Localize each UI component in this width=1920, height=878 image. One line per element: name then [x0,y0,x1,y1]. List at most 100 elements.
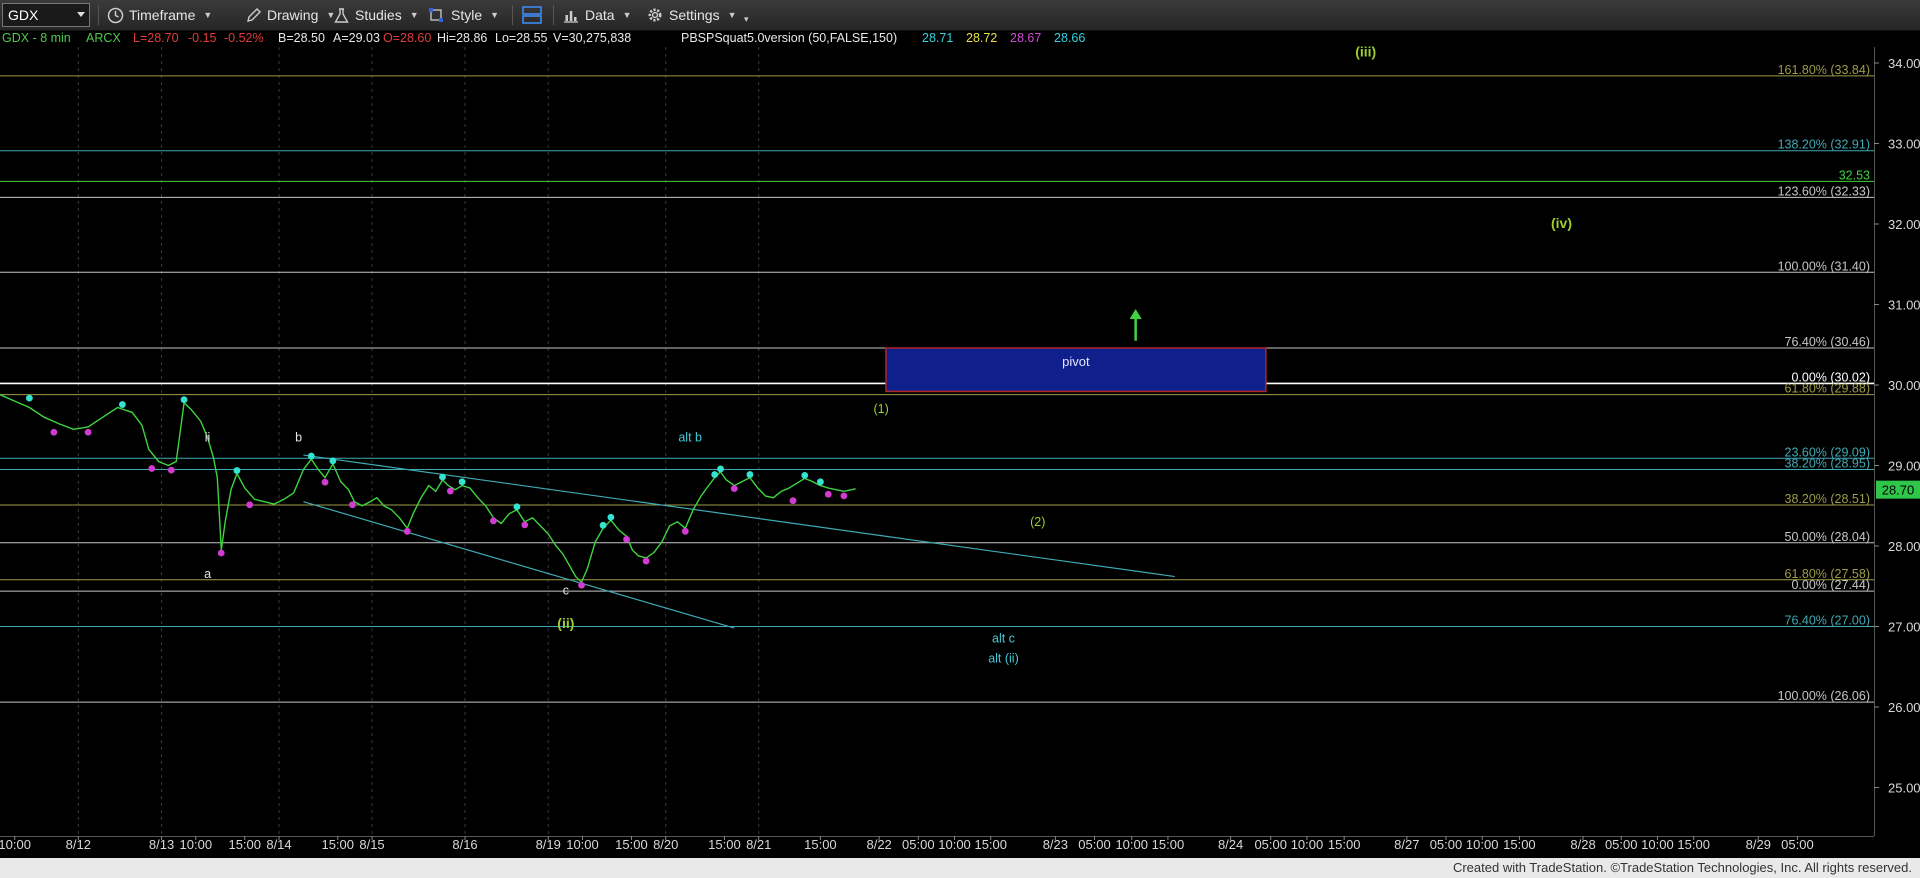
price-tick-label: 34.00 [1888,56,1920,71]
fib-level-label: 50.00% (28.04) [1785,530,1870,544]
fib-level-label: 161.80% (33.84) [1778,63,1870,77]
time-tick-label: 05:00 [902,837,935,852]
swing-high-marker [180,396,188,404]
wave-label: alt b [678,430,702,444]
copyright-text: Created with TradeStation. ©TradeStation… [1452,860,1912,875]
swing-low-marker [840,492,848,500]
swing-low-marker [623,535,630,543]
fib-level-label: 123.60% (32.33) [1778,184,1870,198]
swing-high-marker [439,473,446,481]
time-tick-label: 8/14 [266,837,291,852]
swing-high-marker [307,452,315,460]
swing-low-marker [521,521,529,529]
price-line [0,394,856,584]
wave-label: alt c [992,632,1015,646]
time-tick-label: 8/19 [536,837,561,852]
swing-low-marker [789,497,797,505]
time-tick-label: 8/12 [66,837,91,852]
swing-low-marker [50,428,58,436]
time-tick-label: 10:00 [1291,837,1324,852]
price-tick-label: 29.00 [1888,459,1920,474]
time-tick-label: 8/13 [149,837,174,852]
price-chart[interactable]: 34.00 33.00 32.00 31.00 30.00 29.00 28.00 27.00… [0,0,1920,878]
swing-high-marker [599,521,607,529]
time-tick-label: 15:00 [228,837,261,852]
time-tick-label: 05:00 [1078,837,1111,852]
swing-low-marker [217,549,225,557]
time-tick-label: 10:00 [180,837,213,852]
fib-level-label: 0.00% (27.44) [1791,578,1870,592]
fib-level-label: 38.20% (28.95) [1785,457,1870,471]
time-tick-label: 8/27 [1394,837,1419,852]
swing-high-marker [817,478,824,486]
swing-low-marker [578,581,585,589]
time-tick-label: 15:00 [1503,837,1536,852]
swing-low-marker [246,501,254,509]
time-tick-label: 15:00 [1152,837,1185,852]
time-tick-label: 8/23 [1043,837,1068,852]
price-tick-label: 26.00 [1888,700,1920,715]
wave-label: ii [205,430,211,444]
time-tick-label: 8/28 [1570,837,1595,852]
time-tick-label: 05:00 [1781,837,1814,852]
swing-low-marker [84,428,92,436]
fib-level-label: 138.20% (32.91) [1778,138,1870,152]
time-tick-label: 10:00 [0,837,31,852]
fib-level-label: 100.00% (31.40) [1778,259,1870,273]
price-tick-label: 31.00 [1888,298,1920,313]
swing-low-marker [321,478,329,486]
swing-high-marker [607,513,615,521]
time-tick-label: 05:00 [1605,837,1638,852]
wave-label: (2) [1030,515,1045,529]
time-tick-label: 8/29 [1746,837,1771,852]
swing-high-marker [801,471,809,479]
swing-high-marker [513,503,521,511]
swing-low-marker [167,466,175,474]
swing-low-marker [730,485,738,493]
swing-low-marker [824,490,832,498]
swing-low-marker [681,527,689,535]
time-tick-label: 15:00 [1677,837,1710,852]
wave-label: (iv) [1551,215,1572,231]
swing-low-marker [403,527,411,535]
time-tick-label: 8/24 [1218,837,1243,852]
up-arrow-icon [1129,308,1142,319]
swing-high-marker [458,478,466,486]
time-tick-label: 15:00 [1328,837,1361,852]
price-tick-label: 33.00 [1888,137,1920,152]
time-tick-label: 8/22 [866,837,891,852]
swing-low-marker [349,501,356,509]
swing-high-marker [746,471,754,478]
time-tick-label: 10:00 [1466,837,1499,852]
time-tick-label: 15:00 [615,837,648,852]
time-tick-label: 8/20 [653,837,678,852]
time-tick-label: 05:00 [1254,837,1287,852]
time-tick-label: 10:00 [566,837,599,852]
fib-level-label: 100.00% (26.06) [1778,689,1870,703]
footer-bar: Created with TradeStation. ©TradeStation… [0,858,1920,878]
pivot-label: pivot [1062,354,1090,369]
price-tick-label: 27.00 [1888,620,1920,635]
price-tick-label: 28.00 [1888,539,1920,554]
fib-level-label: 76.40% (27.00) [1785,614,1870,628]
swing-low-marker [642,557,650,565]
swing-low-marker [490,517,497,525]
swing-high-marker [329,457,337,465]
price-tick-label: 25.00 [1888,781,1920,796]
wave-label: b [295,430,302,444]
time-tick-label: 8/15 [359,837,384,852]
time-tick-label: 10:00 [1115,837,1148,852]
time-tick-label: 15:00 [708,837,741,852]
swing-high-marker [118,401,126,408]
swing-low-marker [148,465,156,472]
time-tick-label: 8/21 [746,837,771,852]
time-tick-label: 15:00 [804,837,837,852]
last-price-tag-label: 28.70 [1882,483,1915,498]
fib-level-label: 76.40% (30.46) [1785,335,1870,349]
wave-label: (iii) [1355,44,1376,60]
trendline [303,501,735,629]
fib-level-label: 38.20% (28.51) [1785,492,1870,506]
wave-label: c [563,583,569,597]
price-tick-label: 30.00 [1888,378,1920,393]
swing-low-marker [446,487,454,495]
